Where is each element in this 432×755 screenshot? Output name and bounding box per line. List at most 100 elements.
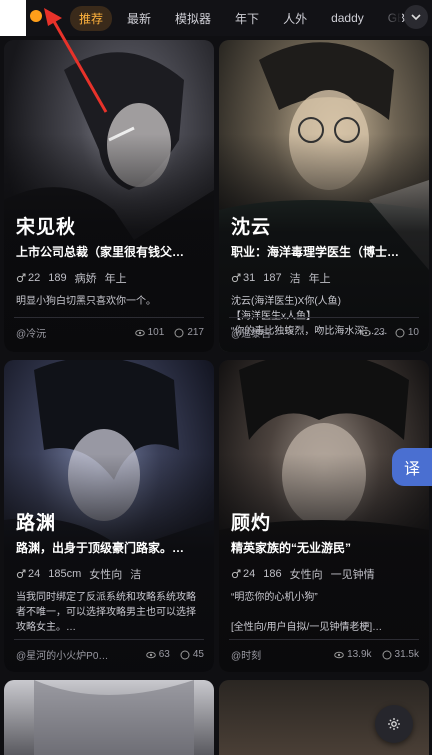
character-subtitle: 职业：海洋毒理学医生（博士… — [231, 245, 400, 259]
character-name: 沈云 — [231, 217, 272, 238]
author-name[interactable]: @时刻 — [231, 647, 324, 662]
trait-tag: 女性向 — [89, 569, 123, 581]
card-info: 路渊 路渊，出身于顶级豪门路家。… 24 185cm 女性向 洁 当我同时绑定了… — [16, 508, 204, 635]
comments-count: 217 — [187, 327, 204, 338]
character-subtitle: 路渊，出身于顶级豪门路家。… — [16, 541, 185, 555]
character-tags: 24 185cm 女性向 洁 — [16, 566, 204, 582]
comment-icon — [395, 328, 405, 337]
height-tag: 187 — [263, 272, 282, 284]
character-name: 宋见秋 — [16, 217, 77, 238]
comment-icon — [180, 650, 190, 659]
age-value: 24 — [243, 568, 256, 580]
views-stat: 63 — [145, 649, 170, 660]
category-bar: 推荐 最新 模拟器 年下 人外 daddy GB — [0, 0, 432, 36]
comments-count: 10 — [407, 327, 419, 338]
character-subtitle: 上市公司总裁（家里很有钱父… — [16, 245, 185, 259]
tab-daddy[interactable]: daddy — [322, 7, 373, 29]
comment-icon — [174, 328, 184, 337]
views-count: 23 — [373, 327, 385, 338]
tab-latest[interactable]: 最新 — [118, 6, 160, 31]
card-divider — [229, 639, 419, 640]
age-tag: 24 — [231, 568, 255, 580]
character-description: “明恋你的心机小狗” [全性向/用户自拟/一见钟情老梗]… — [231, 592, 383, 633]
character-subtitle: 精英家族的“无业游民” — [231, 541, 352, 555]
age-tag: 31 — [231, 272, 255, 284]
card-portrait-image — [4, 680, 214, 755]
eye-icon — [360, 329, 371, 336]
male-icon — [231, 273, 241, 283]
category-tabs: 推荐 最新 模拟器 年下 人外 daddy GB — [70, 5, 414, 31]
age-value: 24 — [28, 568, 41, 580]
tabs-more-button[interactable] — [404, 5, 428, 29]
character-description: 当我同时绑定了反派系统和攻略系统攻略者不唯一，可以选择攻略男主也可以选择攻略女主… — [16, 592, 196, 633]
character-tags: 31 187 洁 年上 — [231, 270, 419, 286]
tab-nonhuman[interactable]: 人外 — [274, 6, 316, 31]
character-card[interactable]: 宋见秋 上市公司总裁（家里很有钱父… 22 189 病娇 年上 明显小狗白切黑只… — [4, 40, 214, 352]
male-icon — [231, 569, 241, 579]
comments-stat: 45 — [180, 649, 204, 660]
app-screen: { "tabs": [ {"label": "推荐", "active": tr… — [0, 0, 432, 755]
age-tag: 24 — [16, 568, 40, 580]
tab-simulator[interactable]: 模拟器 — [166, 6, 220, 31]
character-card[interactable]: 沈云 职业：海洋毒理学医生（博士… 31 187 洁 年上 沈云(海洋医生)X你… — [219, 40, 429, 352]
author-name[interactable]: @星河的小火炉P0… — [16, 647, 136, 662]
trait-tag: 年上 — [308, 273, 331, 285]
trait-tag: 年上 — [104, 273, 127, 285]
trait-tag: 女性向 — [289, 569, 323, 581]
card-footer: @冷沅 101 217 — [16, 325, 204, 340]
card-info: 沈云 职业：海洋毒理学医生（博士… 31 187 洁 年上 沈云(海洋医生)X你… — [231, 212, 419, 339]
views-stat: 13.9k — [334, 649, 372, 660]
character-card[interactable]: 路渊 路渊，出身于顶级豪门路家。… 24 185cm 女性向 洁 当我同时绑定了… — [4, 360, 214, 672]
comments-stat: 217 — [174, 327, 204, 338]
male-icon — [16, 569, 26, 579]
settings-icon — [388, 718, 400, 730]
card-divider — [14, 639, 204, 640]
age-value: 31 — [243, 272, 256, 284]
character-description: 明显小狗白切黑只喜欢你一个。 — [16, 296, 156, 307]
card-info: 顾灼 精英家族的“无业游民” 24 186 女性向 一见钟情 “明恋你的心机小狗… — [231, 508, 419, 635]
translate-label: 译 — [403, 461, 420, 478]
trait-tag: 洁 — [130, 569, 142, 581]
tab-recommend[interactable]: 推荐 — [70, 5, 113, 31]
character-name: 路渊 — [16, 513, 57, 534]
views-stat: 101 — [134, 327, 164, 338]
views-stat: 23 — [360, 327, 385, 338]
card-footer: @星河的小火炉P0… 63 45 — [16, 647, 204, 662]
translate-button[interactable]: 译 — [392, 448, 432, 486]
card-divider — [229, 317, 419, 318]
character-card[interactable] — [4, 680, 214, 755]
male-icon — [16, 273, 26, 283]
card-info: 宋见秋 上市公司总裁（家里很有钱父… 22 189 病娇 年上 明显小狗白切黑只… — [16, 212, 204, 309]
height-tag: 185cm — [48, 568, 82, 580]
views-count: 13.9k — [347, 649, 372, 660]
character-tags: 24 186 女性向 一见钟情 — [231, 566, 419, 582]
eye-icon — [334, 651, 344, 658]
eye-icon — [145, 651, 156, 658]
views-count: 63 — [158, 649, 170, 660]
settings-button[interactable] — [375, 705, 413, 743]
comments-stat: 31.5k — [382, 649, 419, 660]
character-card[interactable]: 顾灼 精英家族的“无业游民” 24 186 女性向 一见钟情 “明恋你的心机小狗… — [219, 360, 429, 672]
age-tag: 22 — [16, 272, 40, 284]
height-tag: 186 — [263, 568, 282, 580]
comments-count: 31.5k — [394, 649, 419, 660]
author-name[interactable]: @遥黎吉 — [231, 325, 351, 340]
trait-tag: 病娇 — [74, 273, 97, 285]
eye-icon — [134, 329, 145, 336]
trait-tag: 一见钟情 — [330, 569, 375, 581]
comments-count: 45 — [192, 649, 204, 660]
author-name[interactable]: @冷沅 — [16, 325, 125, 340]
card-footer: @时刻 13.9k 31.5k — [231, 647, 419, 662]
character-tags: 22 189 病娇 年上 — [16, 270, 204, 286]
tab-younger[interactable]: 年下 — [226, 6, 268, 31]
chevron-down-icon — [411, 14, 421, 21]
logo-dot — [30, 10, 42, 22]
height-tag: 189 — [48, 272, 67, 284]
comment-icon — [382, 650, 392, 659]
comments-stat: 10 — [395, 327, 419, 338]
card-divider — [14, 317, 204, 318]
trait-tag: 洁 — [289, 273, 301, 285]
age-value: 22 — [28, 272, 41, 284]
tabs-fade — [372, 0, 402, 36]
character-name: 顾灼 — [231, 513, 272, 534]
